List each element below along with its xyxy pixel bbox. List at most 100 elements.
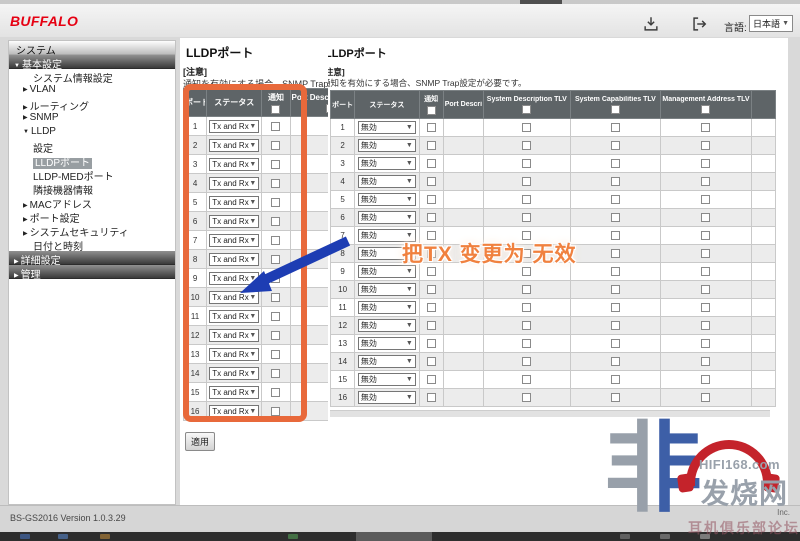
row-checkbox[interactable]	[611, 375, 620, 384]
row-checkbox[interactable]	[271, 141, 280, 150]
sidebar-item-LLDPポート[interactable]: LLDPポート	[9, 153, 175, 167]
status-select[interactable]: 無効▼	[358, 319, 416, 332]
row-checkbox[interactable]	[701, 231, 710, 240]
status-select[interactable]: 無効▼	[358, 355, 416, 368]
status-select[interactable]: Tx and Rx▼	[209, 386, 259, 399]
status-select[interactable]: 無効▼	[358, 283, 416, 296]
row-checkbox[interactable]	[701, 213, 710, 222]
row-checkbox[interactable]	[271, 122, 280, 131]
row-checkbox[interactable]	[427, 393, 436, 402]
row-checkbox[interactable]	[427, 123, 436, 132]
row-checkbox[interactable]	[271, 179, 280, 188]
row-checkbox[interactable]	[701, 141, 710, 150]
select-all-checkbox[interactable]	[611, 105, 620, 114]
row-checkbox[interactable]	[611, 339, 620, 348]
row-checkbox[interactable]	[522, 303, 531, 312]
row-checkbox[interactable]	[611, 393, 620, 402]
row-checkbox[interactable]	[701, 285, 710, 294]
row-checkbox[interactable]	[611, 249, 620, 258]
row-checkbox[interactable]	[611, 159, 620, 168]
status-select[interactable]: 無効▼	[358, 211, 416, 224]
row-checkbox[interactable]	[522, 141, 531, 150]
row-checkbox[interactable]	[427, 141, 436, 150]
row-checkbox[interactable]	[611, 231, 620, 240]
row-checkbox[interactable]	[611, 285, 620, 294]
status-select[interactable]: Tx and Rx▼	[209, 367, 259, 380]
row-checkbox[interactable]	[701, 375, 710, 384]
select-all-checkbox[interactable]	[271, 105, 280, 114]
select-all-checkbox[interactable]	[522, 105, 531, 114]
row-checkbox[interactable]	[271, 350, 280, 359]
row-checkbox[interactable]	[271, 312, 280, 321]
row-checkbox[interactable]	[427, 285, 436, 294]
sidebar-item-管理[interactable]: ▶管理	[9, 265, 175, 279]
row-checkbox[interactable]	[522, 339, 531, 348]
download-icon[interactable]	[641, 15, 661, 33]
sidebar-item-基本設定[interactable]: ▼基本設定	[9, 55, 175, 69]
taskbar-icon[interactable]	[620, 534, 630, 539]
row-checkbox[interactable]	[271, 388, 280, 397]
row-checkbox[interactable]	[522, 195, 531, 204]
status-select[interactable]: Tx and Rx▼	[209, 139, 259, 152]
row-checkbox[interactable]	[427, 321, 436, 330]
status-select[interactable]: Tx and Rx▼	[209, 158, 259, 171]
sidebar-item-日付と時刻[interactable]: 日付と時刻	[9, 237, 175, 251]
taskbar-icon[interactable]	[700, 534, 710, 539]
row-checkbox[interactable]	[701, 195, 710, 204]
status-select[interactable]: 無効▼	[358, 121, 416, 134]
row-checkbox[interactable]	[427, 213, 436, 222]
row-checkbox[interactable]	[427, 303, 436, 312]
status-select[interactable]: Tx and Rx▼	[209, 310, 259, 323]
status-select[interactable]: Tx and Rx▼	[209, 329, 259, 342]
taskbar-icon[interactable]	[660, 534, 670, 539]
row-checkbox[interactable]	[611, 141, 620, 150]
row-checkbox[interactable]	[427, 375, 436, 384]
row-checkbox[interactable]	[522, 267, 531, 276]
row-checkbox[interactable]	[701, 123, 710, 132]
status-select[interactable]: 無効▼	[358, 301, 416, 314]
logout-icon[interactable]	[689, 15, 709, 33]
status-select[interactable]: 無効▼	[358, 175, 416, 188]
row-checkbox[interactable]	[522, 213, 531, 222]
row-checkbox[interactable]	[701, 339, 710, 348]
row-checkbox[interactable]	[701, 249, 710, 258]
status-select[interactable]: Tx and Rx▼	[209, 177, 259, 190]
sidebar-item-システム[interactable]: システム	[9, 41, 175, 55]
row-checkbox[interactable]	[271, 217, 280, 226]
row-checkbox[interactable]	[522, 375, 531, 384]
row-checkbox[interactable]	[611, 321, 620, 330]
row-checkbox[interactable]	[427, 339, 436, 348]
row-checkbox[interactable]	[522, 357, 531, 366]
row-checkbox[interactable]	[271, 331, 280, 340]
sidebar-item-システム情報設定[interactable]: システム情報設定	[9, 69, 175, 83]
row-checkbox[interactable]	[701, 267, 710, 276]
row-checkbox[interactable]	[271, 160, 280, 169]
apply-button[interactable]: 適用	[185, 432, 215, 451]
row-checkbox[interactable]	[427, 195, 436, 204]
select-all-checkbox[interactable]	[326, 104, 328, 113]
sidebar-item-LLDP-MEDポート[interactable]: LLDP-MEDポート	[9, 167, 175, 181]
row-checkbox[interactable]	[611, 213, 620, 222]
status-select[interactable]: Tx and Rx▼	[209, 196, 259, 209]
sidebar-item-MACアドレス[interactable]: ▶MACアドレス	[9, 195, 175, 209]
row-checkbox[interactable]	[611, 303, 620, 312]
row-checkbox[interactable]	[522, 177, 531, 186]
sidebar-item-VLAN[interactable]: ▶VLAN	[9, 83, 175, 97]
taskbar-icon[interactable]	[100, 534, 110, 539]
sidebar-item-設定[interactable]: 設定	[9, 139, 175, 153]
sidebar-item-詳細設定[interactable]: ▶詳細設定	[9, 251, 175, 265]
row-checkbox[interactable]	[701, 159, 710, 168]
row-checkbox[interactable]	[522, 123, 531, 132]
row-checkbox[interactable]	[427, 177, 436, 186]
status-select[interactable]: Tx and Rx▼	[209, 405, 259, 418]
status-select[interactable]: Tx and Rx▼	[209, 348, 259, 361]
status-select[interactable]: Tx and Rx▼	[209, 120, 259, 133]
row-checkbox[interactable]	[611, 177, 620, 186]
status-select[interactable]: Tx and Rx▼	[209, 215, 259, 228]
row-checkbox[interactable]	[522, 159, 531, 168]
select-all-checkbox[interactable]	[427, 106, 436, 115]
sidebar-item-LLDP[interactable]: ▼LLDP	[9, 125, 175, 139]
row-checkbox[interactable]	[701, 303, 710, 312]
taskbar-icon[interactable]	[288, 534, 298, 539]
status-select[interactable]: 無効▼	[358, 337, 416, 350]
